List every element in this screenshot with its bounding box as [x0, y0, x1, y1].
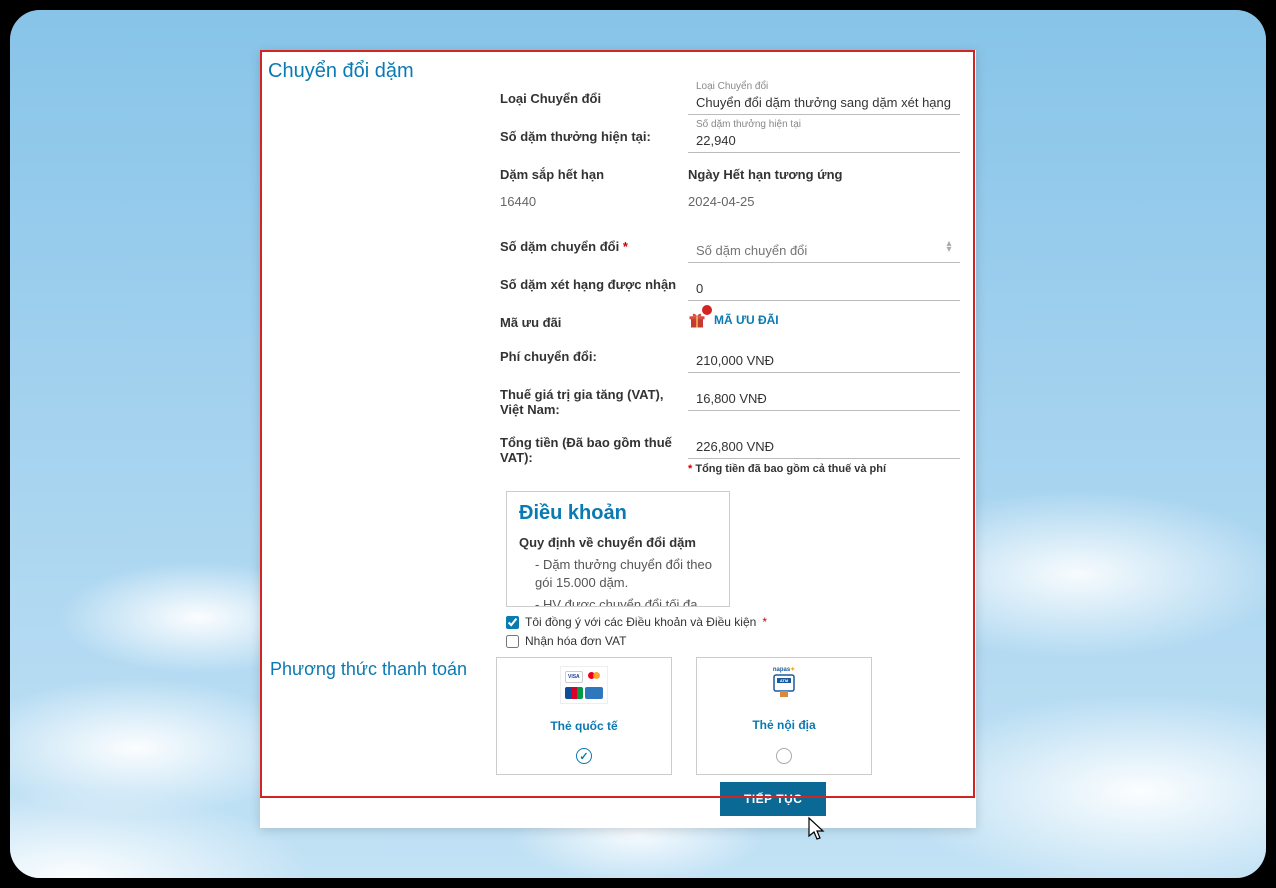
- pay-dom-radio[interactable]: [776, 748, 792, 764]
- label-fee: Phí chuyển đổi:: [500, 341, 688, 364]
- terms-item: - Dặm thưởng chuyển đổi theo gói 15.000 …: [519, 556, 717, 592]
- label-convert-type: Loại Chuyển đổi: [500, 83, 688, 106]
- continue-button[interactable]: TIẾP TỤC: [720, 782, 826, 816]
- pay-intl-label: Thẻ quốc tế: [550, 719, 617, 733]
- pay-option-dom[interactable]: napas✦ ATM Thẻ nội địa: [696, 657, 872, 775]
- value-vat: 16,800 VNĐ: [688, 379, 960, 411]
- float-current-miles: Số dặm thưởng hiện tại: [696, 119, 801, 130]
- total-note: Tổng tiền đã bao gồm cả thuế và phí: [695, 463, 886, 475]
- agree-checkbox[interactable]: [506, 616, 519, 629]
- miles-to-convert-select[interactable]: [688, 231, 960, 263]
- chevron-updown-icon: ▴▾: [944, 241, 954, 253]
- qualifying-recv-input[interactable]: [688, 269, 960, 301]
- main-card: Chuyển đổi dặm Loại Chuyển đổi Loại Chuy…: [260, 50, 976, 828]
- value-total: 226,800 VNĐ: [688, 427, 960, 459]
- promo-link[interactable]: MÃ ƯU ĐÃI: [714, 313, 779, 327]
- label-expiry-date: Ngày Hết hạn tương ứng: [688, 159, 960, 182]
- terms-subtitle: Quy định về chuyển đổi dặm: [519, 535, 717, 550]
- vat-invoice-checkbox[interactable]: [506, 635, 519, 648]
- card-logos-icon: VISA: [560, 666, 608, 704]
- napas-atm-icon: napas✦ ATM: [764, 666, 804, 702]
- section-title-convert: Chuyển đổi dặm: [260, 50, 976, 83]
- section-title-payment: Phương thức thanh toán: [270, 657, 496, 775]
- label-expiring: Dặm sắp hết hạn: [500, 159, 688, 182]
- pay-option-intl[interactable]: VISA Thẻ quốc tế: [496, 657, 672, 775]
- label-miles-to-convert: Số dặm chuyển đổi *: [500, 231, 688, 254]
- value-expiry-date: 2024-04-25: [688, 188, 755, 209]
- value-fee: 210,000 VNĐ: [688, 341, 960, 373]
- label-qualifying-recv: Số dặm xét hạng được nhận: [500, 269, 688, 292]
- agree-label: Tôi đồng ý với các Điều khoản và Điều ki…: [525, 615, 756, 629]
- terms-box: Điều khoản Quy định về chuyển đổi dặm - …: [506, 491, 730, 607]
- vat-invoice-label: Nhận hóa đơn VAT: [525, 634, 626, 648]
- svg-text:ATM: ATM: [780, 678, 789, 683]
- terms-title: Điều khoản: [519, 502, 717, 525]
- float-convert-type: Loại Chuyển đổi: [696, 81, 768, 92]
- label-promo: Mã ưu đãi: [500, 307, 688, 330]
- label-current-miles: Số dặm thưởng hiện tại:: [500, 121, 688, 144]
- pay-intl-radio[interactable]: [576, 748, 592, 764]
- gift-icon: [688, 311, 706, 329]
- value-expiring: 16440: [500, 188, 688, 209]
- label-total: Tổng tiền (Đã bao gồm thuế VAT):: [500, 427, 688, 465]
- pay-dom-label: Thẻ nội địa: [752, 718, 815, 732]
- terms-item: - HV được chuyển đổi tối đa 300.000 dặm …: [519, 596, 717, 607]
- label-vat: Thuế giá trị gia tăng (VAT), Việt Nam:: [500, 379, 688, 417]
